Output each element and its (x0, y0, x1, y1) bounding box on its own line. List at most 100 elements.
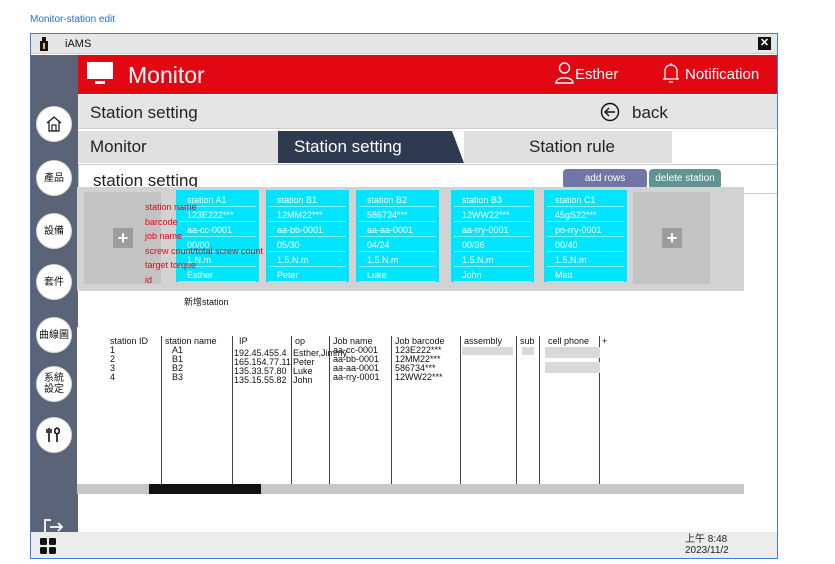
station-job: aa-rry-0001 (454, 224, 531, 237)
table-cell: 135.15.55.82 (234, 375, 287, 385)
cell-phone-cell[interactable] (545, 362, 600, 373)
column-divider (232, 336, 233, 494)
user-icon[interactable] (555, 62, 574, 84)
station-name: station C1 (547, 194, 624, 207)
tools-icon (46, 427, 61, 442)
legend-item: screw count/total screw count (145, 245, 264, 256)
column-header: IP (239, 336, 248, 346)
scrollbar-thumb[interactable] (149, 484, 261, 494)
sidebar-label: 產品 (44, 172, 64, 184)
table-cell: 4 (110, 372, 116, 382)
sidebar: 產品 設備 套件 曲線圖 系統 設定 (31, 55, 78, 535)
user-name[interactable]: Esther (575, 66, 618, 83)
column-header: cell phone (548, 336, 590, 346)
plus-icon: + (113, 228, 133, 248)
sidebar-item-charts[interactable]: 曲線圖 (36, 317, 72, 353)
station-table: station ID station name IP op Job name J… (77, 327, 744, 494)
legend-item: id (145, 274, 153, 285)
window-close-button[interactable]: ✕ (758, 37, 771, 50)
station-torque: 1.5.N.m (547, 254, 624, 267)
horizontal-scrollbar[interactable] (77, 484, 744, 494)
delete-station-button[interactable]: delete station (649, 169, 721, 189)
station-name: station B2 (359, 194, 436, 207)
table-cell: 12WW22*** (395, 372, 443, 382)
sidebar-item-settings[interactable]: 系統 設定 (36, 366, 72, 402)
add-station-right-button[interactable]: + (633, 192, 710, 284)
breadcrumb: Station setting back (78, 95, 777, 129)
station-screw-count: 04/24 (359, 239, 436, 252)
station-screw-count: 00/40 (547, 239, 624, 252)
bell-icon[interactable] (662, 62, 680, 84)
station-operator: Luke (359, 269, 436, 282)
station-card[interactable]: station C1 45gS22*** po-rry-0001 00/40 1… (544, 190, 627, 282)
header-title: Monitor (128, 62, 205, 88)
table-cell: aa-rry-0001 (333, 372, 380, 382)
sidebar-item-home[interactable] (36, 106, 72, 142)
taskbar: 上午 8:48 2023/11/2 (30, 532, 778, 559)
tab-station-setting[interactable]: Station setting (278, 131, 464, 163)
tab-label: Station rule (529, 137, 615, 156)
notification-button[interactable]: Notification (685, 66, 759, 83)
sidebar-label: 曲線圖 (39, 329, 69, 341)
page-caption: Monitor-station edit (30, 14, 116, 25)
column-divider (329, 336, 330, 494)
column-divider (291, 336, 292, 494)
back-label: back (632, 103, 668, 122)
column-header: assembly (464, 336, 503, 346)
app-logo-icon (40, 37, 48, 51)
station-operator: John (454, 269, 531, 282)
column-divider (460, 336, 461, 494)
sidebar-item-kits[interactable]: 套件 (36, 264, 72, 300)
station-card[interactable]: station B2 586734*** aa-aa-0001 04/24 1.… (356, 190, 439, 282)
table-cell: John (293, 375, 313, 385)
legend-item: station name (145, 202, 197, 212)
add-column-button[interactable]: + (602, 336, 607, 346)
header-bar: Monitor Esther Notification (78, 55, 777, 94)
station-barcode: 45gS22*** (547, 209, 624, 222)
cell-phone-cell[interactable] (545, 347, 600, 358)
system-clock: 上午 8:48 2023/11/2 (685, 534, 729, 556)
sub-cell[interactable] (522, 347, 534, 355)
clock-time: 上午 8:48 (685, 534, 728, 545)
sidebar-item-tools[interactable] (36, 417, 72, 453)
station-barcode: 12WW22*** (454, 209, 531, 222)
table-cell: B3 (172, 372, 184, 382)
window-title: iAMS (65, 38, 92, 50)
column-header: op (295, 336, 306, 346)
add-station-label[interactable]: 新增station (184, 295, 229, 308)
column-header: station ID (110, 336, 149, 346)
station-name: station B3 (454, 194, 531, 207)
sidebar-item-products[interactable]: 產品 (36, 160, 72, 196)
tab-label: Monitor (90, 137, 147, 156)
station-torque: 1.5.N.m (454, 254, 531, 267)
sidebar-item-equipment[interactable]: 設備 (36, 213, 72, 249)
column-divider (161, 336, 162, 494)
station-card[interactable]: station B3 12WW22*** aa-rry-0001 00/36 1… (451, 190, 534, 282)
assembly-cell[interactable] (462, 347, 513, 355)
station-field-legend: station name barcode job name screw coun… (145, 200, 305, 287)
column-divider (599, 336, 600, 494)
column-divider (391, 336, 392, 494)
column-header: sub (520, 336, 535, 346)
sidebar-label: 套件 (44, 276, 64, 288)
back-button[interactable]: back (600, 100, 690, 124)
station-job: po-rry-0001 (547, 224, 624, 237)
add-rows-button[interactable]: add rows (563, 169, 647, 189)
column-divider (539, 336, 540, 494)
windows-start-icon[interactable] (40, 538, 56, 554)
tab-label: Station setting (294, 137, 402, 156)
legend-item: job name (145, 231, 183, 241)
clock-date: 2023/11/2 (685, 545, 729, 556)
station-operator: Matt (547, 269, 624, 282)
tab-monitor[interactable]: Monitor (78, 131, 278, 163)
station-barcode: 586734*** (359, 209, 436, 222)
monitor-icon (87, 62, 113, 84)
column-divider (516, 336, 517, 494)
page-title: Station setting (90, 103, 198, 122)
sidebar-label: 系統 設定 (44, 373, 64, 395)
tab-station-rule[interactable]: Station rule (464, 131, 672, 163)
sidebar-label: 設備 (44, 225, 64, 237)
home-icon (46, 116, 62, 132)
window-titlebar: iAMS ✕ (31, 34, 777, 54)
back-arrow-icon (600, 102, 620, 122)
